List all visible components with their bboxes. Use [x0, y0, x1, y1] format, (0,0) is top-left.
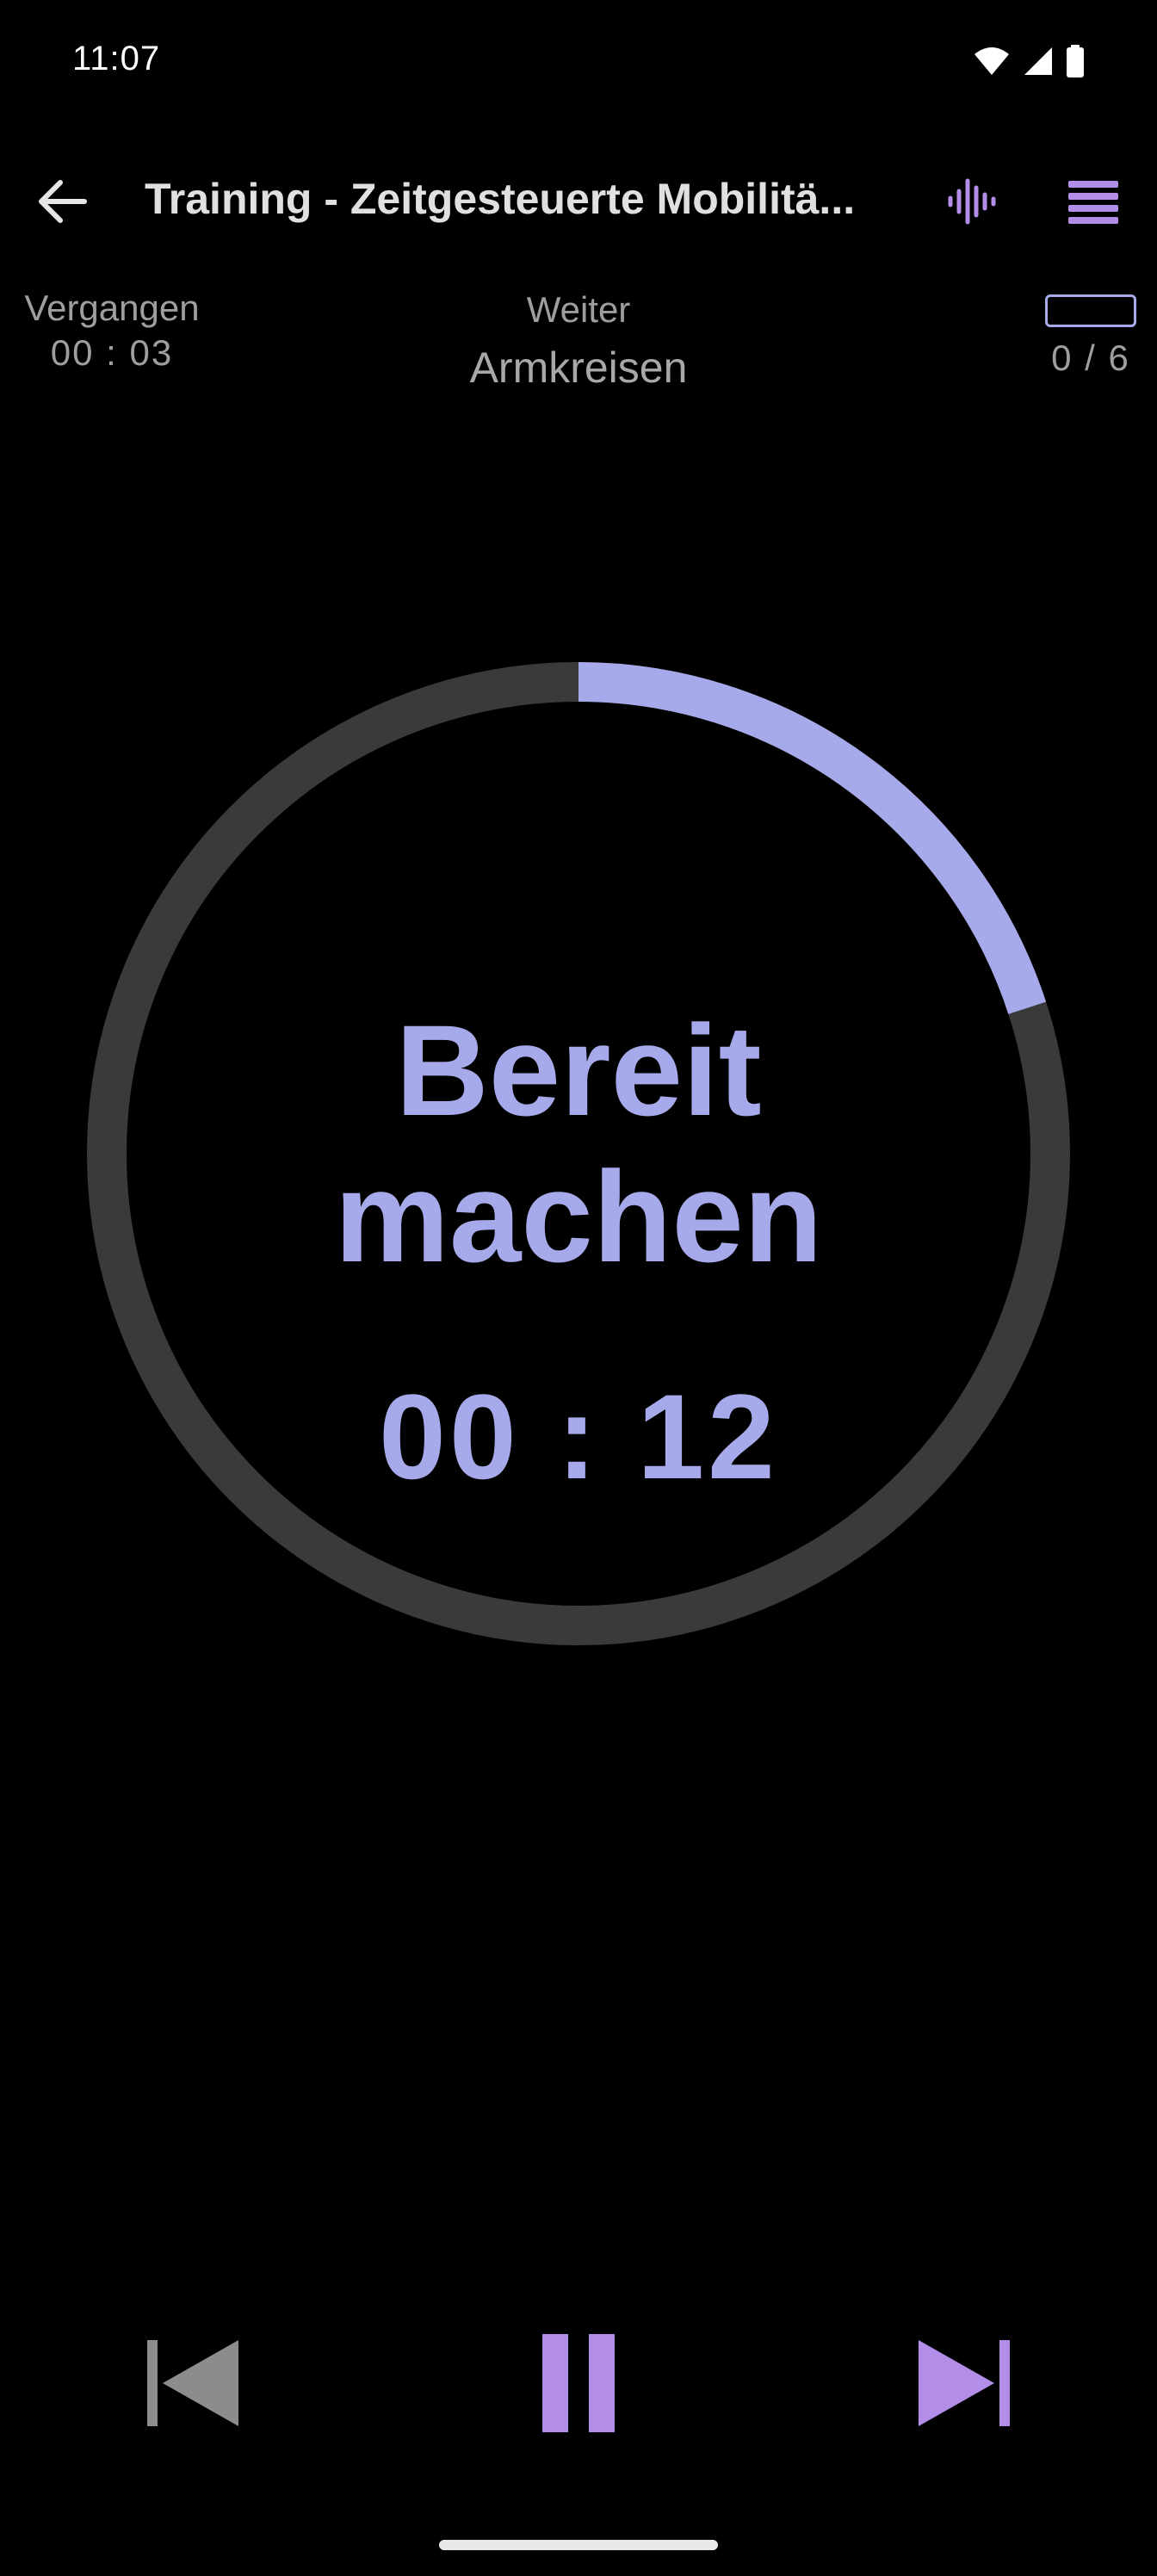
workout-title: Training - Zeitgesteuerte Mobilitä...	[145, 175, 856, 223]
pause-icon	[539, 2332, 618, 2438]
status-time: 11:07	[72, 40, 161, 77]
wifi-icon	[973, 46, 1011, 81]
phase-label-line1: Bereit	[395, 998, 762, 1142]
menu-list-icon	[1068, 179, 1118, 228]
workout-timer-screen: 11:07 Training - Zeitgesteuerte Mobilitä…	[0, 0, 1157, 2576]
next-button[interactable]	[904, 2325, 1024, 2445]
battery-icon	[1066, 45, 1085, 82]
skip-previous-icon	[145, 2338, 240, 2432]
previous-button[interactable]	[133, 2325, 253, 2445]
phase-label-line2: machen	[334, 1144, 823, 1289]
exercise-list-button[interactable]	[1059, 172, 1128, 234]
elapsed-value: 00 : 03	[50, 332, 174, 373]
playback-controls	[0, 2325, 1157, 2445]
countdown-value: 00 : 12	[379, 1369, 778, 1504]
cellular-signal-icon	[1023, 46, 1054, 81]
phase-label: Bereit machen	[86, 997, 1071, 1290]
back-button[interactable]	[31, 172, 93, 234]
exercise-progress: 0 / 6	[1035, 294, 1147, 379]
skip-next-icon	[917, 2338, 1012, 2432]
pause-button[interactable]	[518, 2325, 639, 2445]
next-exercise-name: Armkreisen	[469, 344, 688, 392]
countdown-timer: Bereit machen 00 : 12	[86, 661, 1071, 1646]
exercise-progress-count: 0 / 6	[1051, 337, 1130, 378]
status-bar: 11:07	[0, 0, 1157, 121]
toolbar: Training - Zeitgesteuerte Mobilitä...	[0, 155, 1157, 250]
home-indicator[interactable]	[439, 2540, 718, 2550]
arrow-back-icon	[36, 179, 88, 228]
status-icons	[973, 45, 1085, 82]
sound-button[interactable]	[937, 172, 1005, 234]
elapsed-info: Vergangen 00 : 03	[0, 288, 224, 374]
exercise-progress-bar	[1045, 294, 1136, 327]
elapsed-label: Vergangen	[24, 288, 200, 328]
next-label: Weiter	[526, 289, 631, 330]
next-exercise-info: Weiter Armkreisen	[320, 289, 837, 393]
sound-wave-icon	[945, 176, 997, 232]
